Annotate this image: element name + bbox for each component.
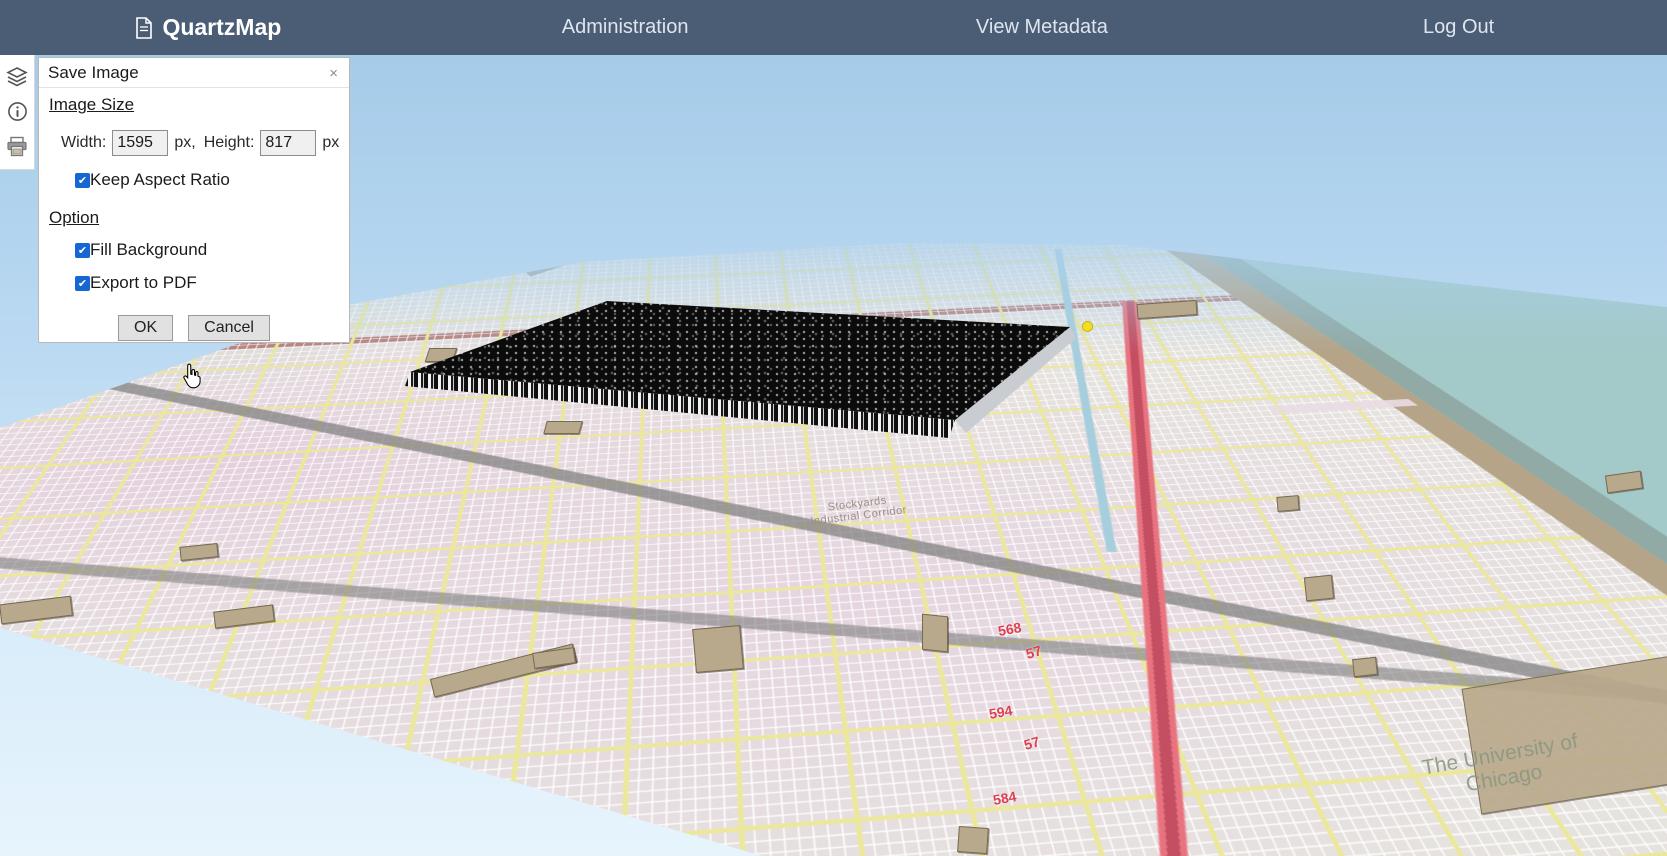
dialog-title: Save Image (48, 63, 139, 83)
info-tool-button[interactable] (4, 99, 30, 125)
point-cloud-top-face (388, 288, 1098, 458)
width-label: Width: (61, 134, 106, 152)
height-unit: px (322, 134, 339, 152)
close-icon[interactable]: × (327, 66, 340, 81)
ok-button[interactable]: OK (118, 315, 173, 341)
height-label: Height: (204, 134, 255, 152)
cancel-button[interactable]: Cancel (188, 315, 270, 341)
map-marker-dot (1082, 321, 1093, 332)
map-building (692, 625, 744, 673)
keep-aspect-ratio-checkbox[interactable]: ✔ (75, 173, 90, 188)
image-size-heading[interactable]: Image Size (49, 95, 134, 115)
size-row: Width: px, Height: px (61, 130, 339, 156)
layers-icon (6, 66, 28, 88)
print-icon (6, 136, 28, 158)
height-input[interactable] (260, 130, 316, 156)
pier (1266, 399, 1418, 414)
save-image-dialog: Save Image × Image Size Width: px, Heigh… (38, 57, 350, 343)
nav-item-view-metadata[interactable]: View Metadata (976, 16, 1108, 39)
map-building (957, 826, 989, 854)
export-to-pdf-checkbox[interactable]: ✔ (75, 276, 90, 291)
map-building (922, 614, 948, 653)
export-to-pdf-row[interactable]: ✔ Export to PDF (75, 273, 339, 293)
app-window: QuartzMap Administration View Metadata L… (0, 0, 1667, 856)
top-nav: QuartzMap Administration View Metadata L… (0, 0, 1667, 55)
info-icon (7, 101, 28, 122)
keep-aspect-ratio-row[interactable]: ✔ Keep Aspect Ratio (75, 170, 339, 190)
width-unit: px, (174, 134, 195, 152)
dialog-header[interactable]: Save Image × (39, 58, 349, 88)
keep-aspect-ratio-label: Keep Aspect Ratio (90, 170, 230, 190)
point-cloud-block (388, 288, 1098, 458)
fill-background-label: Fill Background (90, 240, 207, 260)
railway-line (0, 554, 1667, 758)
map-building (1352, 657, 1378, 677)
map-toolbar (0, 55, 35, 170)
map-building (1276, 495, 1299, 512)
export-to-pdf-label: Export to PDF (90, 273, 197, 293)
brand-title: QuartzMap (162, 14, 281, 41)
map-building (1304, 575, 1334, 602)
option-heading[interactable]: Option (49, 208, 99, 228)
fill-background-checkbox[interactable]: ✔ (75, 243, 90, 258)
document-icon (135, 17, 153, 39)
width-input[interactable] (112, 130, 168, 156)
brand[interactable]: QuartzMap (135, 14, 281, 41)
layers-tool-button[interactable] (4, 64, 30, 90)
nav-item-log-out[interactable]: Log Out (1423, 16, 1494, 39)
fill-background-row[interactable]: ✔ Fill Background (75, 240, 339, 260)
print-tool-button[interactable] (4, 134, 30, 160)
nav-item-administration[interactable]: Administration (562, 16, 689, 39)
